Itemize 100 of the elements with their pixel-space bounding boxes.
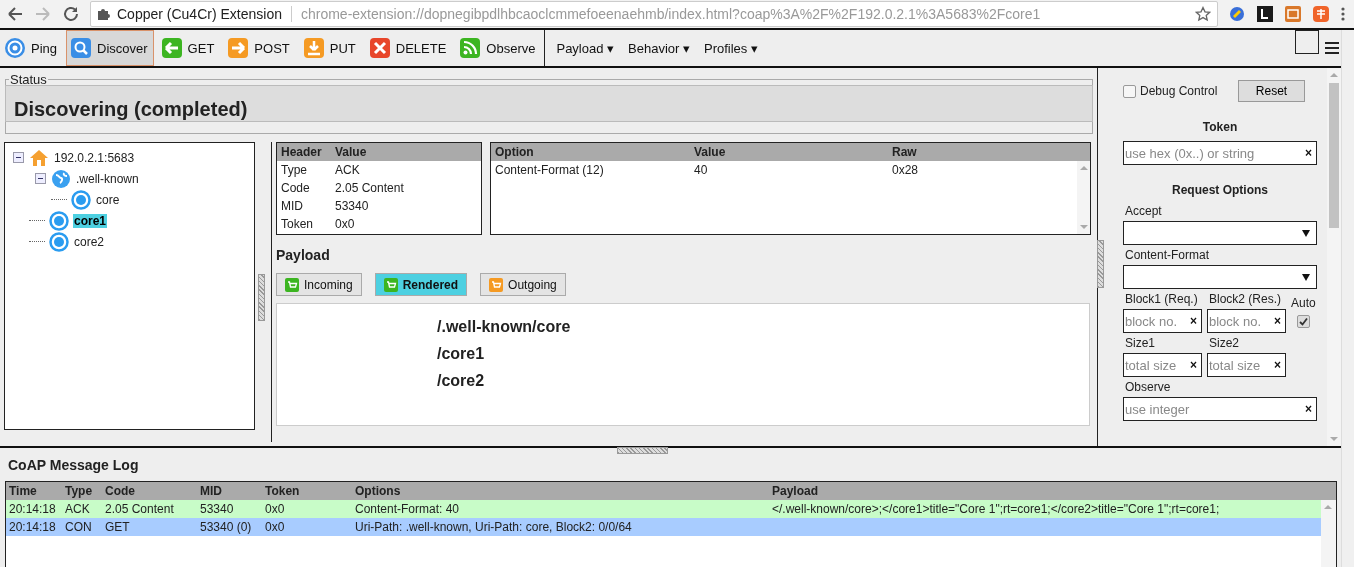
field-label: Size2 [1208, 336, 1241, 351]
collapse-icon[interactable] [13, 152, 24, 163]
status-text: Discovering (completed) [5, 85, 1094, 122]
checkbox[interactable] [1123, 84, 1136, 98]
resource-icon [71, 189, 91, 210]
table-cell-text: GET [105, 520, 131, 534]
column-header: Header [281, 145, 323, 159]
target-icon [4, 37, 26, 59]
dropdown[interactable] [1123, 221, 1317, 245]
table-cell-text: 0x0 [265, 520, 286, 534]
toolbar-button[interactable]: Observe [455, 30, 542, 66]
scrollbar[interactable] [1321, 500, 1336, 567]
menu-button[interactable]: Payload ▾ [551, 40, 620, 56]
clear-button[interactable]: × [1272, 358, 1283, 372]
payload-tab[interactable]: Outgoing [480, 273, 566, 296]
table-cell-text: 0x0 [335, 217, 356, 231]
field-label: Accept [1124, 204, 1163, 219]
address-bar[interactable]: Copper (Cu4Cr) Extension chrome-extension://dopnegibpdlhbcaoclcmmefoeenaehmb/index.html?coap%3A%2F%2F192.0.2.1%3A5683%2Fcore1 [90, 1, 1218, 27]
table-cell-text: Code [281, 181, 311, 195]
column-header: Raw [892, 145, 918, 159]
scrollbar[interactable] [1327, 68, 1341, 446]
payload-tab[interactable]: Incoming [276, 273, 362, 296]
table-cell-text: ACK [335, 163, 361, 177]
table-cell-text: 53340 [335, 199, 370, 213]
payload-heading: Payload [276, 247, 331, 265]
table-cell-text: Content-Format (12) [495, 163, 605, 177]
rss-icon [459, 37, 482, 59]
splitter-handle[interactable] [617, 447, 668, 454]
field-label: Observe [1124, 380, 1172, 395]
tree-item[interactable]: .well-known [75, 171, 140, 186]
cart-icon [489, 277, 504, 292]
back-icon[interactable] [6, 5, 24, 23]
link-text[interactable]: /core1 [437, 345, 485, 372]
table-cell-text: 0x28 [892, 163, 920, 177]
reset-button[interactable]: Reset [1238, 80, 1305, 102]
column-header: Value [694, 145, 727, 159]
collapse-icon[interactable] [35, 173, 46, 184]
resource-icon [49, 210, 69, 231]
clear-button[interactable]: × [1188, 314, 1199, 328]
table-cell-text: 0x0 [265, 502, 286, 516]
more-icon[interactable] [1340, 5, 1346, 23]
toolbar-button[interactable]: GET [156, 30, 221, 66]
window-icon[interactable] [1295, 30, 1319, 54]
log-row[interactable]: 20:14:18 ACK 2.05 Content 53340 0x0 Content-Format: 40 </.well-known/core>;</core1>title="Core 1";rt=core1;</core2>title="Core 1";rt=core1; [6, 500, 1321, 518]
table-cell-text: ACK [65, 502, 91, 516]
splitter-handle[interactable] [1097, 240, 1105, 288]
payload-tab[interactable]: Rendered [374, 273, 468, 296]
search-icon [70, 37, 93, 59]
extension-icon[interactable] [1256, 5, 1274, 23]
table-cell-text: 40 [694, 163, 709, 177]
status-legend: Status [9, 72, 48, 87]
log-row[interactable]: 20:14:18 CON GET 53340 (0) 0x0 Uri-Path: .well-known, Uri-Path: core, Block2: 0/0/64 [6, 518, 1321, 536]
reload-icon[interactable] [62, 5, 80, 23]
table-cell-text: MID [281, 199, 304, 213]
toolbar-button[interactable]: DELETE [364, 30, 453, 66]
table-cell-text: 53340 [200, 502, 235, 516]
close-icon [368, 37, 391, 59]
table-cell-text: CON [65, 520, 93, 534]
cart-icon [285, 277, 299, 292]
clear-button[interactable]: × [1188, 358, 1199, 372]
tree-item[interactable]: 192.0.2.1:5683 [53, 150, 136, 165]
column-header: Code [105, 484, 136, 498]
tree-item[interactable]: core2 [73, 234, 106, 249]
clear-button[interactable]: × [1303, 146, 1314, 160]
column-header: Option [495, 145, 535, 159]
page-scrollbar[interactable] [1341, 30, 1354, 567]
menu-button[interactable]: Behavior ▾ [623, 40, 695, 56]
column-header: MID [200, 484, 223, 498]
section-title: Request Options [1172, 183, 1268, 197]
toolbar-button[interactable]: Ping [0, 30, 64, 66]
table-cell-text: Type [281, 163, 308, 177]
toolbar-button[interactable]: PUT [298, 30, 362, 66]
splitter-handle[interactable] [258, 274, 265, 321]
clear-button[interactable]: × [1272, 314, 1283, 328]
tree-item[interactable]: core1 [73, 213, 108, 228]
caret-icon [1302, 273, 1310, 281]
star-icon[interactable] [1195, 6, 1211, 22]
link-text[interactable]: /.well-known/core [437, 318, 571, 345]
scrollbar[interactable] [1077, 161, 1091, 234]
caret-icon [1302, 229, 1310, 237]
download-icon [302, 37, 325, 59]
field-label: Auto [1291, 296, 1316, 311]
field-label: Block1 (Req.) [1124, 292, 1199, 307]
menu-button[interactable]: Profiles ▾ [699, 40, 763, 56]
column-header: Options [355, 484, 402, 498]
table-cell-text: Uri-Path: .well-known, Uri-Path: core, Block2: 0/0/64 [355, 520, 633, 534]
toolbar-button[interactable]: Discover [66, 30, 154, 66]
menu-icon[interactable] [1325, 41, 1339, 55]
dropdown[interactable] [1123, 265, 1317, 289]
table-cell-text: Content-Format: 40 [355, 502, 461, 516]
clear-button[interactable]: × [1303, 402, 1314, 416]
table-cell-text: 20:14:18 [9, 520, 57, 534]
tree-item[interactable]: core [95, 192, 121, 207]
toolbar-button[interactable]: POST [223, 30, 296, 66]
cart-icon [383, 277, 398, 292]
link-text[interactable]: /core2 [437, 372, 485, 399]
checkbox[interactable] [1297, 315, 1310, 328]
table-cell-text: 53340 (0) [200, 520, 253, 534]
column-header: Payload [772, 484, 820, 498]
section-title: Token [1202, 120, 1238, 134]
